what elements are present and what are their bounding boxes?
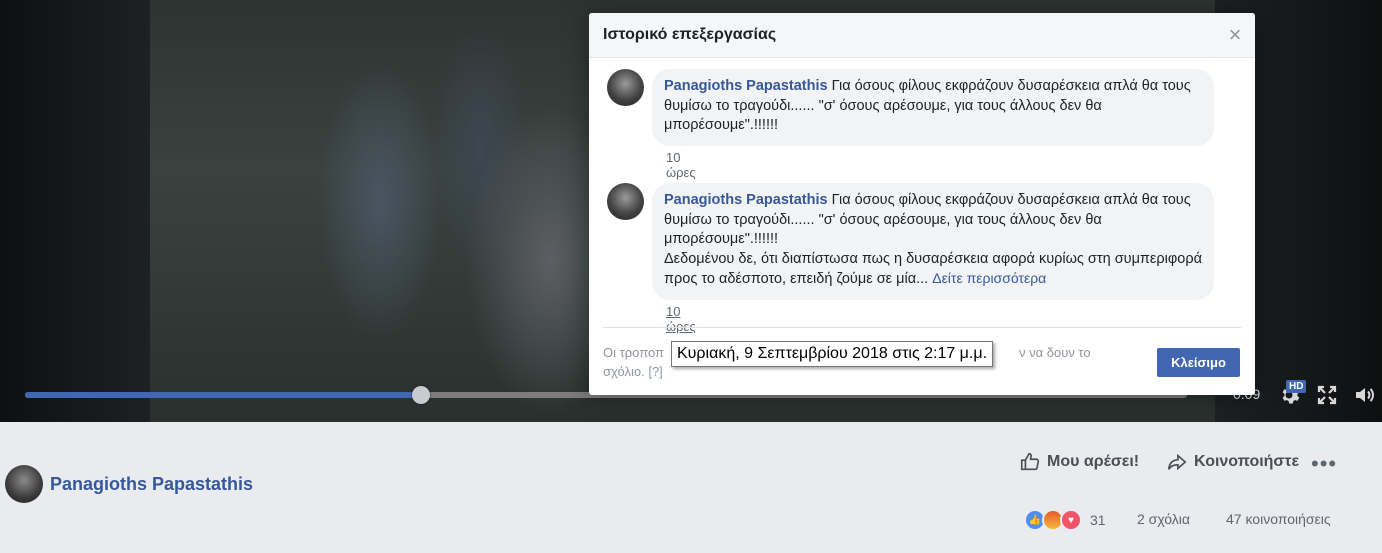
post-author-name[interactable]: Panagioths Papastathis <box>50 474 253 495</box>
comment-bubble: Panagioths Papastathis Για όσους φίλους … <box>652 183 1214 300</box>
thumbs-up-icon <box>1020 452 1040 471</box>
footnote-start: Οι τροποπ <box>603 345 664 360</box>
footnote-line2: σχόλιο. <box>603 364 645 379</box>
close-button[interactable]: Κλείσιμο <box>1157 348 1240 377</box>
video-left-shade <box>0 0 150 422</box>
video-progress-fill <box>25 392 422 398</box>
help-link[interactable]: [?] <box>648 364 662 379</box>
commenter-avatar[interactable] <box>607 183 644 220</box>
comment-author[interactable]: Panagioths Papastathis <box>664 78 828 94</box>
shares-count-link[interactable]: 47 κοινοποιήσεις <box>1226 511 1331 527</box>
comment-bubble: Panagioths Papastathis Για όσους φίλους … <box>652 69 1214 146</box>
comments-count-link[interactable]: 2 σχόλια <box>1137 511 1190 527</box>
share-button[interactable]: Κοινοποιήστε <box>1166 451 1299 473</box>
share-label: Κοινοποιήστε <box>1194 453 1300 470</box>
more-options-icon[interactable]: ••• <box>1311 451 1337 477</box>
volume-icon[interactable] <box>1352 383 1378 407</box>
comment-timestamp[interactable]: 10 ώρες <box>666 150 696 180</box>
share-icon <box>1167 453 1187 471</box>
hd-badge[interactable]: HD <box>1286 380 1307 393</box>
like-label: Μου αρέσει! <box>1047 453 1140 470</box>
love-reaction-icon: ♥ <box>1060 509 1082 531</box>
dialog-divider <box>603 327 1241 328</box>
edit-history-dialog: Ιστορικό επεξεργασίας × Panagioths Papas… <box>589 13 1255 395</box>
like-button[interactable]: Μου αρέσει! <box>1019 451 1139 473</box>
see-more-link[interactable]: Δείτε περισσότερα <box>932 270 1046 286</box>
dialog-title: Ιστορικό επεξεργασίας <box>603 26 777 43</box>
comment-timestamp[interactable]: 10 ώρες <box>666 304 696 334</box>
dialog-header: Ιστορικό επεξεργασίας × <box>589 13 1255 58</box>
reactions-summary[interactable]: 👍 ♥ 31 <box>1024 509 1106 531</box>
reactions-count: 31 <box>1090 512 1106 528</box>
timestamp-tooltip: Κυριακή, 9 Σεπτεμβρίου 2018 στις 2:17 μ.… <box>671 341 994 367</box>
fullscreen-icon[interactable] <box>1314 383 1340 407</box>
author-avatar[interactable] <box>5 465 43 503</box>
footnote-end: ν να δουν το <box>1019 345 1091 360</box>
close-icon[interactable]: × <box>1225 23 1245 47</box>
comment-author[interactable]: Panagioths Papastathis <box>664 192 828 208</box>
commenter-avatar[interactable] <box>607 69 644 106</box>
